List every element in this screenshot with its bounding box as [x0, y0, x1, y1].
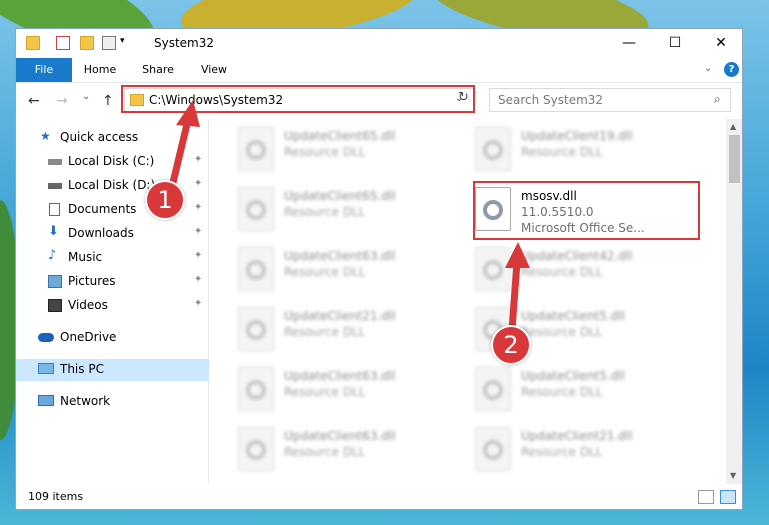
step-badge-2: 2: [491, 325, 531, 365]
arrow-2-shaft: [508, 261, 521, 331]
arrow-2-head: [505, 242, 530, 268]
step-badge-1: 1: [145, 180, 185, 220]
annotation-arrows: [166, 100, 530, 331]
arrow-1-head: [176, 100, 200, 127]
